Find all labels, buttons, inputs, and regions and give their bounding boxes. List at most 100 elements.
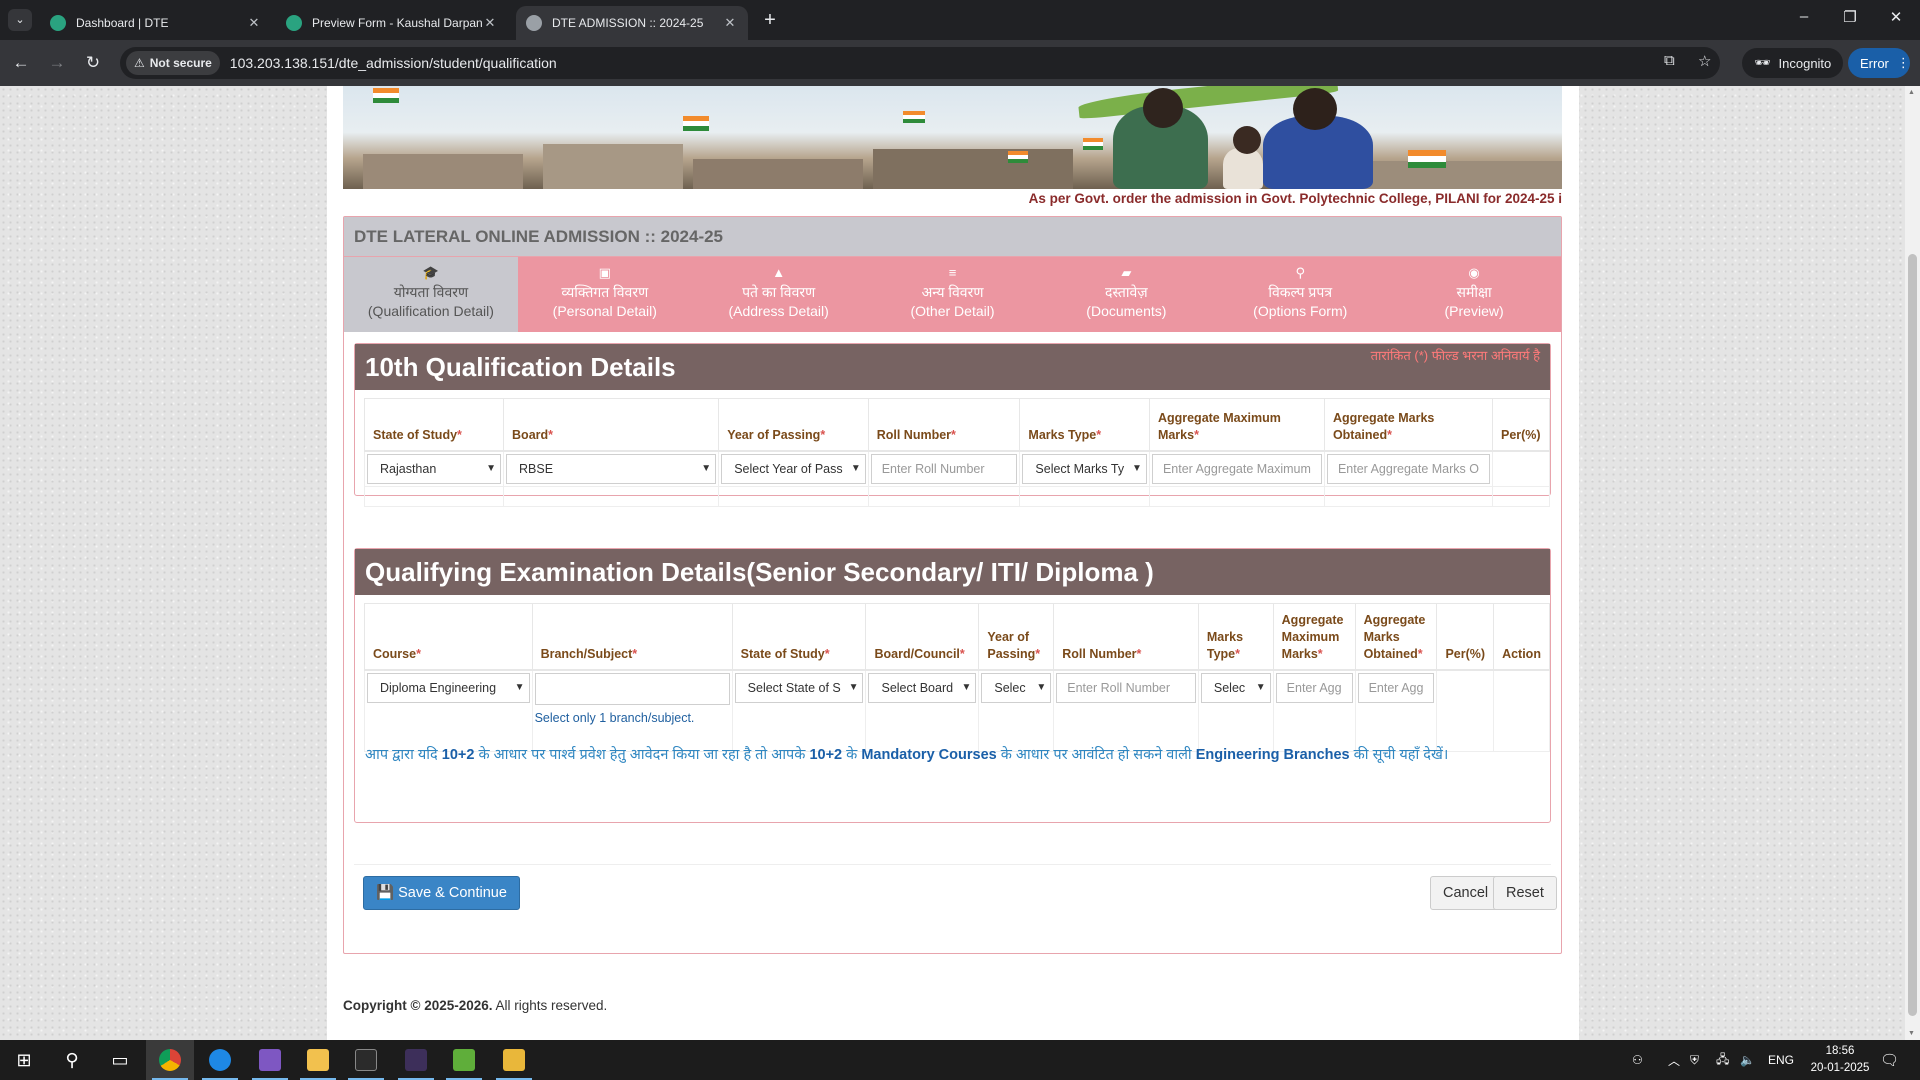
tab-search-button[interactable]: ⌄ bbox=[8, 9, 32, 31]
branch-subject-input[interactable] bbox=[534, 672, 730, 705]
tab-dashboard[interactable]: Dashboard | DTE ✕ bbox=[40, 6, 272, 40]
col-board-council: Board/Council* bbox=[865, 603, 980, 671]
table-header-row: Course* Branch/Subject* State of Study* … bbox=[364, 603, 1550, 671]
visual-studio-taskbar-icon[interactable] bbox=[246, 1040, 294, 1080]
profile-error-button[interactable]: Error ⋮ bbox=[1848, 48, 1910, 78]
volume-icon[interactable]: 🔈 bbox=[1740, 1040, 1755, 1080]
aggregate-marks-obtained-input[interactable]: Enter Aggregate Marks O bbox=[1326, 453, 1490, 484]
windows-start-icon[interactable]: ⊞ bbox=[0, 1040, 48, 1080]
aggregate-maximum-marks-input[interactable]: Enter Aggregate Maximum bbox=[1151, 453, 1322, 484]
task-view-icon[interactable]: ▭ bbox=[96, 1040, 144, 1080]
section-heading: Qualifying Examination Details(Senior Se… bbox=[355, 549, 1550, 595]
form-actions: 💾 Save & Continue Cancel Reset bbox=[354, 864, 1557, 910]
show-hidden-icons[interactable]: ︿ bbox=[1668, 1040, 1680, 1080]
page-scrollbar[interactable]: ▲ ▼ bbox=[1905, 86, 1920, 1040]
address-bar[interactable]: ⚠ Not secure 103.203.138.151/dte_admissi… bbox=[120, 47, 1720, 79]
step-label-hindi: समीक्षा bbox=[1456, 284, 1492, 300]
app-taskbar-icon[interactable] bbox=[392, 1040, 440, 1080]
step-label-hindi: योग्यता विवरण bbox=[393, 284, 469, 300]
step-other-detail[interactable]: ≡ अन्य विवरण (Other Detail) bbox=[866, 257, 1040, 332]
back-arrow-icon[interactable]: ← bbox=[10, 52, 32, 74]
reset-button[interactable]: Reset bbox=[1493, 876, 1557, 910]
step-preview[interactable]: ◉ समीक्षा (Preview) bbox=[1387, 257, 1561, 332]
step-label-english: (Other Detail) bbox=[910, 303, 995, 319]
reload-icon[interactable]: ↻ bbox=[82, 52, 104, 74]
translate-icon[interactable]: ⧉ bbox=[1664, 52, 1675, 69]
system-clock[interactable]: 18:56 20-01-2025 bbox=[1808, 1043, 1872, 1077]
step-label-hindi: पते का विवरण bbox=[742, 284, 816, 300]
notification-center-icon[interactable]: 🗨 bbox=[1880, 1040, 1899, 1080]
step-label-english: (Documents) bbox=[1086, 303, 1167, 319]
state-of-study-select[interactable]: Select State of S ▼ bbox=[734, 672, 864, 703]
year-of-passing-select[interactable]: Selec ▼ bbox=[981, 672, 1052, 703]
year-of-passing-select[interactable]: Select Year of Pass ▼ bbox=[721, 453, 866, 484]
incognito-label: Incognito bbox=[1778, 55, 1832, 71]
incognito-icon: 🕶 bbox=[1754, 55, 1771, 70]
minimize-icon[interactable]: – bbox=[1784, 8, 1824, 25]
marks-type-select[interactable]: Selec ▼ bbox=[1200, 672, 1271, 703]
step-options-form[interactable]: ⚲ विकल्प प्रपत्र (Options Form) bbox=[1213, 257, 1387, 332]
board-council-select[interactable]: Select Board ▼ bbox=[868, 672, 977, 703]
col-aggregate-maximum-marks: Aggregate Maximum Marks* bbox=[1272, 603, 1356, 671]
notepad-taskbar-icon[interactable] bbox=[440, 1040, 488, 1080]
security-chip[interactable]: ⚠ Not secure bbox=[126, 51, 220, 75]
new-tab-button[interactable]: + bbox=[758, 8, 782, 32]
language-indicator[interactable]: ENG bbox=[1768, 1040, 1794, 1080]
col-aggregate-marks-obtained: Aggregate Marks Obtained* bbox=[1323, 398, 1493, 452]
incognito-chip[interactable]: 🕶 Incognito bbox=[1742, 48, 1844, 78]
link-icon: ⚲ bbox=[1295, 265, 1305, 280]
col-roll-number: Roll Number* bbox=[867, 398, 1021, 452]
tab-close-icon[interactable]: ✕ bbox=[722, 15, 738, 31]
course-select[interactable]: Diploma Engineering ▼ bbox=[367, 672, 530, 703]
step-qualification-detail[interactable]: 🎓 योग्यता विवरण (Qualification Detail) bbox=[344, 257, 518, 332]
step-label-hindi: विकल्प प्रपत्र bbox=[1268, 284, 1333, 300]
col-state-of-study: State of Study* bbox=[363, 398, 505, 452]
tab-close-icon[interactable]: ✕ bbox=[482, 15, 498, 31]
list-icon: ≡ bbox=[948, 265, 957, 280]
terminal-taskbar-icon[interactable] bbox=[342, 1040, 390, 1080]
tab-close-icon[interactable]: ✕ bbox=[246, 15, 262, 31]
restore-icon[interactable]: ❐ bbox=[1830, 8, 1870, 26]
search-icon[interactable]: ⚲ bbox=[48, 1040, 96, 1080]
antivirus-icon[interactable]: ⛨ bbox=[1690, 1040, 1699, 1080]
tab-preview-form[interactable]: Preview Form - Kaushal Darpan ✕ bbox=[276, 6, 508, 40]
marks-type-select[interactable]: Select Marks Ty ▼ bbox=[1022, 453, 1147, 484]
chrome-taskbar-icon[interactable] bbox=[146, 1040, 194, 1080]
engineering-branches-info-link[interactable]: आप द्वारा यदि 10+2 के आधार पर पार्श्व प्… bbox=[365, 744, 1448, 764]
snipping-tool-taskbar-icon[interactable] bbox=[490, 1040, 538, 1080]
save-continue-button[interactable]: 💾 Save & Continue bbox=[363, 876, 520, 910]
people-icon[interactable]: ⚇ bbox=[1632, 1040, 1643, 1080]
scroll-down-icon[interactable]: ▼ bbox=[1908, 1030, 1915, 1037]
step-personal-detail[interactable]: ▣ व्यक्तिगत विवरण (Personal Detail) bbox=[518, 257, 692, 332]
roll-number-input[interactable]: Enter Roll Number bbox=[870, 453, 1018, 484]
edge-taskbar-icon[interactable] bbox=[196, 1040, 244, 1080]
scroll-up-icon[interactable]: ▲ bbox=[1908, 89, 1915, 96]
col-state-of-study: State of Study* bbox=[731, 603, 867, 671]
board-select[interactable]: RBSE ▼ bbox=[506, 453, 717, 484]
forward-arrow-icon[interactable]: → bbox=[46, 52, 68, 74]
state-of-study-select[interactable]: Rajasthan ▼ bbox=[367, 453, 502, 484]
window-close-icon[interactable]: ✕ bbox=[1876, 8, 1916, 26]
step-documents[interactable]: ▰ दस्तावेज़ (Documents) bbox=[1039, 257, 1213, 332]
qualifying-examination-table: Course* Branch/Subject* State of Study* … bbox=[364, 603, 1550, 752]
col-percentage: Per(%) bbox=[1491, 398, 1551, 452]
file-explorer-taskbar-icon[interactable] bbox=[294, 1040, 342, 1080]
col-percentage: Per(%) bbox=[1436, 603, 1495, 671]
tenth-qualification-section: 10th Qualification Details तारांकित (*) … bbox=[354, 343, 1551, 507]
floppy-disk-icon: 💾 bbox=[376, 885, 395, 901]
scrollbar-thumb[interactable] bbox=[1908, 254, 1917, 1016]
step-label-hindi: अन्य विवरण bbox=[921, 284, 984, 300]
cancel-button[interactable]: Cancel bbox=[1430, 876, 1502, 910]
aggregate-marks-obtained-input[interactable]: Enter Agg bbox=[1357, 672, 1435, 703]
bookmark-star-icon[interactable]: ☆ bbox=[1698, 52, 1711, 70]
kebab-menu-icon[interactable]: ⋮ bbox=[1897, 55, 1910, 71]
graduation-cap-icon: 🎓 bbox=[422, 265, 440, 280]
step-address-detail[interactable]: ▲ पते का विवरण (Address Detail) bbox=[692, 257, 866, 332]
tab-dte-admission[interactable]: DTE ADMISSION :: 2024-25 ✕ bbox=[516, 6, 748, 40]
branch-hint-text: Select only 1 branch/subject. bbox=[534, 710, 695, 725]
section-heading: 10th Qualification Details तारांकित (*) … bbox=[355, 344, 1550, 390]
url-text[interactable]: 103.203.138.151/dte_admission/student/qu… bbox=[230, 55, 557, 71]
aggregate-maximum-marks-input[interactable]: Enter Agg bbox=[1275, 672, 1353, 703]
roll-number-input[interactable]: Enter Roll Number bbox=[1056, 672, 1196, 703]
network-icon[interactable]: 🖧 bbox=[1716, 1040, 1729, 1080]
